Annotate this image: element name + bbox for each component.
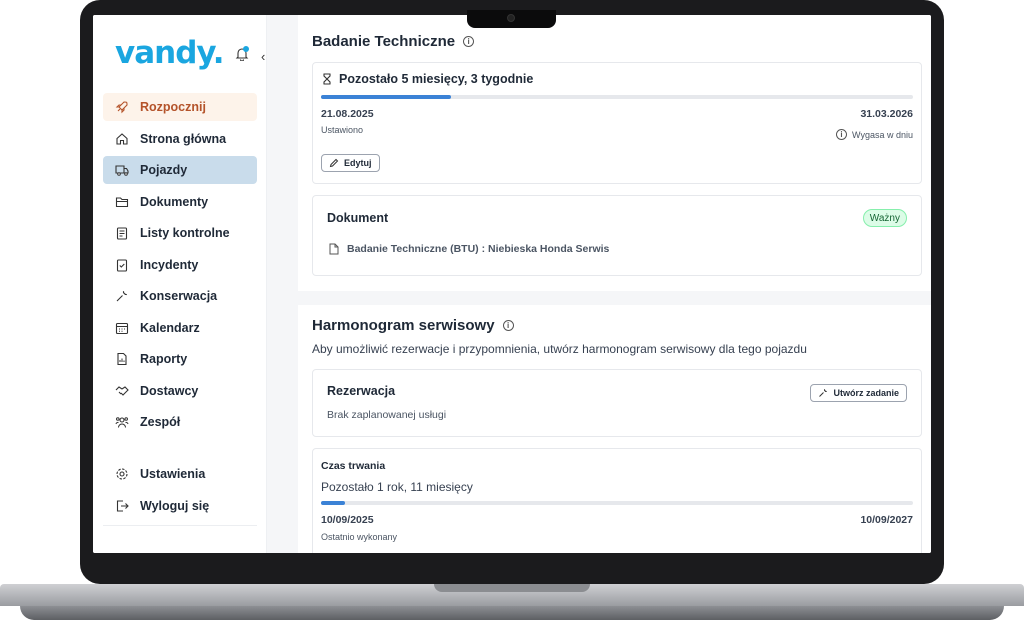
create-task-button[interactable]: Utwórz zadanie <box>810 384 907 402</box>
inspection-title: Badanie Techniczne i <box>312 33 475 50</box>
document-file-name: Badanie Techniczne (BTU) : Niebieska Hon… <box>347 243 610 255</box>
booking-card: Rezerwacja Utwórz zadanie Brak zaplanowa… <box>312 369 922 437</box>
end-date-label: Wygasa w dniu <box>852 129 913 140</box>
file-icon <box>329 243 339 255</box>
booking-empty-text: Brak zaplanowanej usługi <box>327 409 447 421</box>
main-content: Badanie Techniczne i Pozostało 5 miesięc… <box>298 15 931 553</box>
laptop-groove <box>434 584 590 592</box>
sidebar-item-ustawienia[interactable]: Ustawienia <box>103 460 257 488</box>
sidebar-item-pojazdy[interactable]: Pojazdy <box>103 156 257 184</box>
laptop-frame: vandy. ‹ Rozpocznij Strona główna Pojazd… <box>0 0 1024 624</box>
sidebar-item-label: Zespół <box>140 415 181 429</box>
service-schedule-panel: Harmonogram serwisowy i Aby umożliwić re… <box>298 305 931 553</box>
sidebar-item-label: Pojazdy <box>140 163 188 177</box>
sidebar-divider <box>103 525 257 526</box>
sidebar: vandy. ‹ Rozpocznij Strona główna Pojazd… <box>93 15 267 553</box>
sidebar-item-label: Dostawcy <box>140 383 199 398</box>
wrench-icon <box>819 389 828 397</box>
create-task-label: Utwórz zadanie <box>833 388 899 398</box>
home-icon <box>115 132 129 146</box>
sidebar-item-label: Wyloguj się <box>140 498 210 513</box>
validity-progress-bar <box>321 95 913 99</box>
team-icon <box>115 415 129 429</box>
sidebar-item-label: Rozpocznij <box>140 100 206 114</box>
info-icon[interactable]: i <box>463 36 475 47</box>
duration-heading: Czas trwania <box>321 460 386 472</box>
sidebar-nav: Rozpocznij Strona główna Pojazdy Dokumen… <box>103 93 257 440</box>
app-logo[interactable]: vandy. <box>115 35 225 71</box>
end-date: 31.03.2026 <box>860 108 913 120</box>
duration-remaining: Pozostało 1 rok, 11 miesięcy <box>321 480 473 494</box>
info-icon[interactable]: i <box>836 129 848 140</box>
sidebar-item-label: Strona główna <box>140 131 227 146</box>
validity-progress-fill <box>321 95 452 99</box>
logout-icon <box>115 499 129 513</box>
remaining-text: Pozostało 5 miesięcy, 3 tygodnie <box>339 72 534 86</box>
app-screen: vandy. ‹ Rozpocznij Strona główna Pojazd… <box>93 15 931 553</box>
folder-icon <box>115 195 129 209</box>
sidebar-item-dokumenty[interactable]: Dokumenty <box>103 188 257 216</box>
sidebar-item-label: Dokumenty <box>140 194 209 209</box>
truck-icon <box>115 163 129 177</box>
start-date: 21.08.2025 <box>321 108 374 120</box>
sidebar-item-rozpocznij[interactable]: Rozpocznij <box>103 93 257 121</box>
collapse-sidebar-icon[interactable]: ‹ <box>261 49 265 64</box>
sidebar-item-label: Incydenty <box>140 257 199 272</box>
report-icon <box>115 352 129 366</box>
document-heading: Dokument <box>327 211 389 225</box>
sidebar-item-wyloguj[interactable]: Wyloguj się <box>103 492 257 520</box>
duration-card: Czas trwania Pozostało 1 rok, 11 miesięc… <box>312 448 922 553</box>
schedule-title-text: Harmonogram serwisowy <box>312 317 495 334</box>
end-date-label-row: i Wygasa w dniu <box>836 129 913 140</box>
calendar-icon <box>115 321 129 335</box>
sidebar-item-incydenty[interactable]: Incydenty <box>103 251 257 279</box>
sidebar-item-label: Ustawienia <box>140 467 206 481</box>
sidebar-bottom-nav: Ustawienia Wyloguj się <box>103 460 257 523</box>
last-done-label: Ostatnio wykonany <box>321 532 398 542</box>
next-due-date: 10/09/2027 <box>860 514 913 526</box>
sidebar-item-raporty[interactable]: Raporty <box>103 345 257 373</box>
start-date-label: Ustawiono <box>321 125 364 135</box>
duration-progress-fill <box>321 501 345 505</box>
clipboard-check-icon <box>115 258 129 272</box>
sidebar-item-konserwacja[interactable]: Konserwacja <box>103 282 257 310</box>
sidebar-item-label: Raporty <box>140 352 188 366</box>
inspection-title-text: Badanie Techniczne <box>312 33 456 50</box>
sidebar-item-strona-glowna[interactable]: Strona główna <box>103 125 257 153</box>
document-file-row[interactable]: Badanie Techniczne (BTU) : Niebieska Hon… <box>329 243 609 255</box>
duration-progress-bar <box>321 501 913 505</box>
remaining-row: Pozostało 5 miesięcy, 3 tygodnie <box>321 72 533 86</box>
sidebar-item-kalendarz[interactable]: Kalendarz <box>103 314 257 342</box>
sidebar-item-zespol[interactable]: Zespół <box>103 408 257 436</box>
sidebar-item-dostawcy[interactable]: Dostawcy <box>103 377 257 405</box>
schedule-title: Harmonogram serwisowy i <box>312 317 514 334</box>
sidebar-item-label: Kalendarz <box>140 320 200 335</box>
notification-dot <box>243 46 249 52</box>
pencil-icon <box>329 158 339 168</box>
booking-heading: Rezerwacja <box>327 384 396 398</box>
status-badge: Ważny <box>862 209 907 227</box>
handshake-icon <box>115 384 129 398</box>
inspection-validity-card: Pozostało 5 miesięcy, 3 tygodnie 21.08.2… <box>312 62 922 184</box>
schedule-subtitle: Aby umożliwić rezerwacje i przypomnienia… <box>312 342 807 356</box>
hourglass-icon <box>323 73 331 85</box>
wrench-icon <box>115 289 129 303</box>
edit-button-label: Edytuj <box>344 158 372 168</box>
camera-notch <box>467 10 556 28</box>
camera-icon <box>507 14 515 22</box>
inspection-panel: Badanie Techniczne i Pozostało 5 miesięc… <box>298 15 931 291</box>
edit-button[interactable]: Edytuj <box>321 154 380 172</box>
gear-icon <box>115 467 129 481</box>
last-done-date: 10/09/2025 <box>321 514 374 526</box>
document-card: Dokument Ważny Badanie Techniczne (BTU) … <box>312 195 922 276</box>
laptop-base-bottom <box>20 606 1004 620</box>
sidebar-item-listy-kontrolne[interactable]: Listy kontrolne <box>103 219 257 247</box>
laptop-base <box>0 584 1024 624</box>
rocket-icon <box>115 100 129 114</box>
info-icon[interactable]: i <box>502 320 514 331</box>
sidebar-item-label: Konserwacja <box>140 289 218 303</box>
sidebar-item-label: Listy kontrolne <box>140 226 230 240</box>
checklist-icon <box>115 226 129 240</box>
